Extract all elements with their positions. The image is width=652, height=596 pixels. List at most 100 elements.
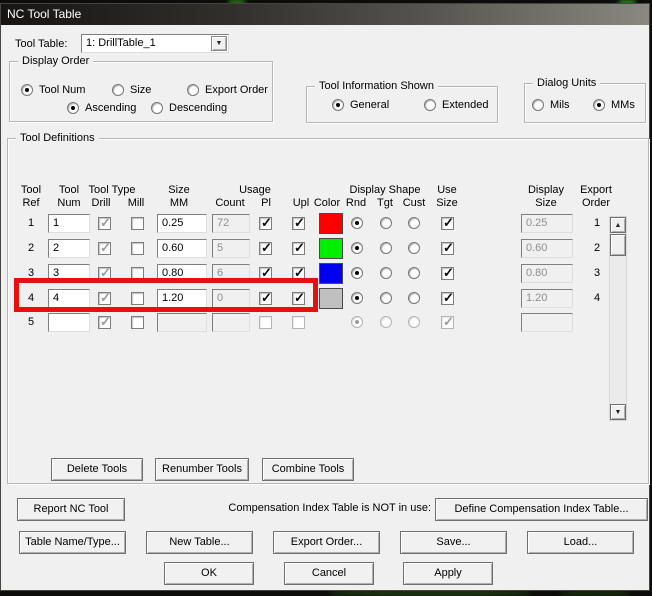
radio-mms-label: MMs xyxy=(611,99,635,111)
load-button[interactable]: Load... xyxy=(527,531,634,554)
export-order-button[interactable]: Export Order... xyxy=(273,531,380,554)
ok-button[interactable]: OK xyxy=(164,562,254,585)
tool-table-value: 1: DrillTable_1 xyxy=(86,37,156,49)
header-size-mm: MM xyxy=(169,197,189,209)
radio-extended-label: Extended xyxy=(442,99,489,111)
compensation-status-text: Compensation Index Table is NOT in use: xyxy=(228,502,431,514)
color-swatch[interactable] xyxy=(319,288,343,309)
radio-tool-num[interactable] xyxy=(21,84,33,96)
size-field[interactable]: 0.60 xyxy=(157,239,207,258)
combine-tools-button[interactable]: Combine Tools xyxy=(262,458,354,481)
tgt-radio[interactable] xyxy=(380,217,392,229)
scroll-up-icon[interactable]: ▲ xyxy=(610,217,626,233)
rnd-radio[interactable] xyxy=(351,242,363,254)
rnd-radio xyxy=(351,316,363,328)
desktop-green-glow xyxy=(560,591,630,596)
rnd-radio[interactable] xyxy=(351,267,363,279)
table-row: 2 2 0.60 5 0.60 2 xyxy=(1,238,649,261)
rnd-radio[interactable] xyxy=(351,217,363,229)
radio-mms[interactable] xyxy=(593,99,605,111)
tgt-radio[interactable] xyxy=(380,267,392,279)
tool-ref: 5 xyxy=(27,316,35,328)
radio-descending[interactable] xyxy=(151,102,163,114)
header-export-order: Order xyxy=(581,197,611,209)
display-size-field: 1.20 xyxy=(521,289,573,308)
header-size: Size xyxy=(168,184,190,196)
tool-num-field[interactable]: 1 xyxy=(48,214,90,233)
display-size-field: 0.80 xyxy=(521,264,573,283)
drill-checkbox[interactable] xyxy=(98,240,111,256)
export-order-value: 3 xyxy=(593,267,601,279)
export-order-value: 4 xyxy=(593,292,601,304)
drill-checkbox[interactable] xyxy=(98,314,111,330)
pl-checkbox[interactable] xyxy=(259,215,272,231)
upl-checkbox[interactable] xyxy=(292,240,305,256)
upl-checkbox xyxy=(292,316,305,329)
new-table-button[interactable]: New Table... xyxy=(146,531,253,554)
color-swatch[interactable] xyxy=(319,213,343,234)
rnd-radio[interactable] xyxy=(351,292,363,304)
header-mill: Mill xyxy=(127,197,145,209)
count-field: 72 xyxy=(212,214,250,233)
renumber-tools-button[interactable]: Renumber Tools xyxy=(155,458,249,481)
mill-checkbox[interactable] xyxy=(131,316,144,329)
report-nc-tool-button[interactable]: Report NC Tool xyxy=(17,498,125,521)
header-use-size: Size xyxy=(436,197,458,209)
header-drill: Drill xyxy=(91,197,111,209)
tgt-radio xyxy=(380,316,392,328)
header-tgt: Tgt xyxy=(377,197,393,209)
color-swatch[interactable] xyxy=(319,238,343,259)
cust-radio[interactable] xyxy=(408,242,420,254)
pl-checkbox[interactable] xyxy=(259,240,272,256)
use-size-checkbox[interactable] xyxy=(441,290,454,306)
desktop-background: NC Tool Table Tool Table: 1: DrillTable_… xyxy=(0,0,652,596)
tool-num-field[interactable] xyxy=(48,313,90,332)
count-field xyxy=(212,313,250,332)
radio-export-order[interactable] xyxy=(187,84,199,96)
size-field xyxy=(157,313,207,332)
cust-radio xyxy=(408,316,420,328)
export-order-value: 1 xyxy=(593,217,601,229)
radio-extended[interactable] xyxy=(424,99,436,111)
mill-checkbox[interactable] xyxy=(131,217,144,230)
tool-table-select[interactable]: 1: DrillTable_1 ▼ xyxy=(81,34,229,53)
header-export: Export xyxy=(580,184,612,196)
header-tool-ref: Tool xyxy=(20,184,42,196)
use-size-checkbox[interactable] xyxy=(441,215,454,231)
color-swatch[interactable] xyxy=(319,263,343,284)
tool-table-label: Tool Table: xyxy=(15,38,68,50)
tool-list-scrollbar[interactable]: ▲ ▼ xyxy=(609,216,627,421)
use-size-checkbox[interactable] xyxy=(441,265,454,281)
radio-mils[interactable] xyxy=(532,99,544,111)
scrollbar-thumb[interactable] xyxy=(610,234,626,256)
title-bar[interactable]: NC Tool Table xyxy=(1,4,649,25)
tool-num-field[interactable]: 2 xyxy=(48,239,90,258)
cust-radio[interactable] xyxy=(408,292,420,304)
chevron-down-icon[interactable]: ▼ xyxy=(211,36,227,51)
pl-checkbox xyxy=(259,316,272,329)
use-size-checkbox[interactable] xyxy=(441,240,454,256)
tool-ref: 1 xyxy=(27,217,35,229)
tgt-radio[interactable] xyxy=(380,292,392,304)
delete-tools-button[interactable]: Delete Tools xyxy=(51,458,143,481)
scroll-down-icon[interactable]: ▼ xyxy=(610,404,626,420)
save-button[interactable]: Save... xyxy=(400,531,507,554)
apply-button[interactable]: Apply xyxy=(403,562,493,585)
cancel-button[interactable]: Cancel xyxy=(284,562,374,585)
upl-checkbox[interactable] xyxy=(292,215,305,231)
define-compensation-button[interactable]: Define Compensation Index Table... xyxy=(435,498,648,521)
header-display: Display xyxy=(527,184,565,196)
tgt-radio[interactable] xyxy=(380,242,392,254)
header-usage: Usage xyxy=(239,184,271,196)
tool-information-title: Tool Information Shown xyxy=(315,80,438,92)
radio-descending-label: Descending xyxy=(169,102,228,114)
radio-general[interactable] xyxy=(332,99,344,111)
cust-radio[interactable] xyxy=(408,267,420,279)
mill-checkbox[interactable] xyxy=(131,242,144,255)
size-field[interactable]: 0.25 xyxy=(157,214,207,233)
drill-checkbox[interactable] xyxy=(98,215,111,231)
radio-ascending[interactable] xyxy=(67,102,79,114)
table-name-type-button[interactable]: Table Name/Type... xyxy=(19,531,126,554)
radio-size[interactable] xyxy=(112,84,124,96)
cust-radio[interactable] xyxy=(408,217,420,229)
